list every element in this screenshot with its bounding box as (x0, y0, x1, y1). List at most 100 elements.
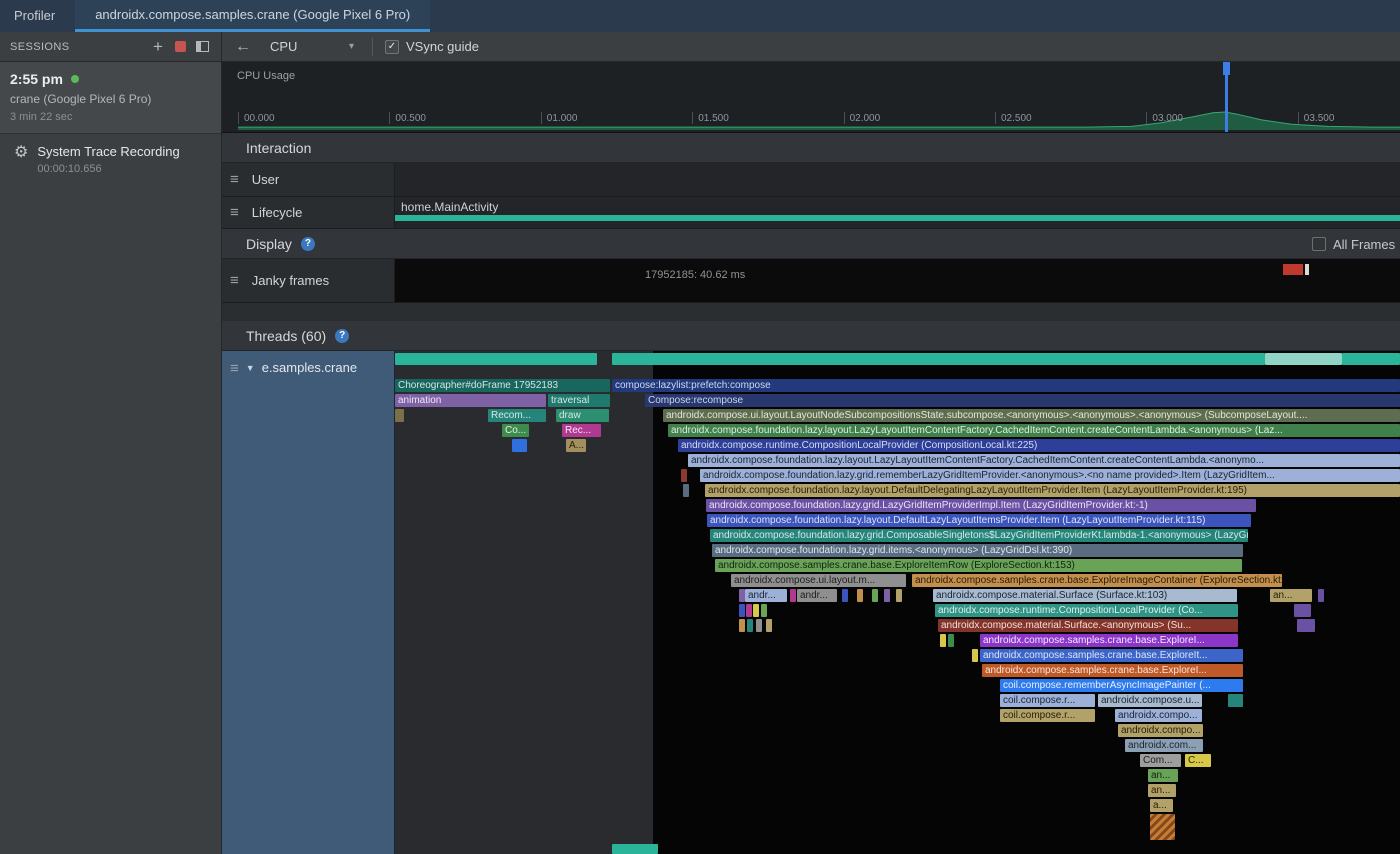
vsync-guide-checkbox[interactable]: ✓ VSync guide (385, 39, 479, 54)
help-icon[interactable]: ? (335, 329, 349, 343)
trace-span[interactable]: androidx.compose.samples.crane.base.Expl… (912, 574, 1282, 587)
trace-span[interactable] (1228, 694, 1243, 707)
all-frames-checkbox[interactable]: ✓ All Frames (1312, 229, 1400, 259)
trace-span[interactable] (948, 634, 954, 647)
trace-span[interactable] (612, 844, 658, 854)
trace-span[interactable]: androidx.compose.material.Surface.<anony… (938, 619, 1238, 632)
trace-span[interactable]: androidx.compose.samples.crane.base.Expl… (980, 649, 1243, 662)
trace-span[interactable] (766, 619, 772, 632)
user-track[interactable] (395, 163, 1400, 196)
trace-span[interactable] (842, 589, 848, 602)
new-session-plus-icon[interactable]: + (147, 36, 169, 58)
trace-span[interactable] (756, 619, 762, 632)
trace-span[interactable] (896, 589, 902, 602)
trace-span[interactable]: androidx.compose.foundation.lazy.layout.… (705, 484, 1400, 497)
drag-handle-icon[interactable]: ≡ (230, 204, 239, 221)
trace-span[interactable]: androidx.compose.foundation.lazy.grid.La… (706, 499, 1256, 512)
trace-span[interactable]: androidx.compose.ui.layout.LayoutNodeSub… (663, 409, 1400, 422)
trace-span[interactable]: a... (1150, 799, 1173, 812)
trace-span[interactable]: androidx.compose.material.Surface (Surfa… (933, 589, 1237, 602)
trace-span[interactable]: Com... (1140, 754, 1181, 767)
session-tab[interactable]: androidx.compose.samples.crane (Google P… (75, 0, 430, 32)
trace-span[interactable]: traversal (548, 394, 610, 407)
trace-span[interactable] (612, 353, 1265, 365)
stop-recording-button[interactable] (169, 36, 191, 58)
recording-item[interactable]: ⚙ System Trace Recording 00:00:10.656 (0, 134, 221, 185)
trace-span[interactable] (884, 589, 890, 602)
trace-span[interactable] (1342, 353, 1400, 365)
trace-span[interactable] (940, 634, 946, 647)
trace-span[interactable] (512, 439, 527, 452)
trace-span[interactable]: androidx.compose.foundation.lazy.layout.… (707, 514, 1251, 527)
trace-span[interactable]: androidx.compose.ui.layout.m... (731, 574, 906, 587)
janky-frame-segment[interactable] (1305, 264, 1309, 275)
trace-span[interactable] (739, 604, 745, 617)
trace-span[interactable] (790, 589, 796, 602)
trace-span[interactable]: androidx.compose.samples.crane.base.Expl… (715, 559, 1242, 572)
trace-span[interactable]: an... (1148, 769, 1178, 782)
trace-span[interactable]: Co... (502, 424, 529, 437)
trace-span[interactable]: Recom... (488, 409, 546, 422)
trace-span[interactable]: androidx.compose.runtime.CompositionLoca… (935, 604, 1238, 617)
trace-span[interactable]: C... (1185, 754, 1211, 767)
cpu-timeline[interactable]: CPU Usage 00.00000.50001.00001.50002.000… (222, 62, 1400, 133)
trace-span[interactable] (1297, 619, 1315, 632)
collapse-panel-icon[interactable] (191, 36, 213, 58)
profiler-type-dropdown[interactable]: CPU ▾ (264, 39, 360, 54)
trace-span[interactable]: A... (566, 439, 586, 452)
trace-span[interactable] (872, 589, 878, 602)
trace-span[interactable]: Choreographer#doFrame 17952183 (395, 379, 610, 392)
trace-span[interactable] (395, 409, 404, 422)
trace-span[interactable] (683, 484, 689, 497)
flame-chart[interactable]: Choreographer#doFrame 17952183compose:la… (395, 351, 1400, 854)
trace-span[interactable]: androidx.compose.samples.crane.base.Expl… (982, 664, 1243, 677)
trace-span[interactable] (761, 604, 767, 617)
thread-row-header[interactable]: ≡ ▼ e.samples.crane (222, 351, 395, 854)
trace-span[interactable]: coil.compose.r... (1000, 709, 1095, 722)
trace-span[interactable]: andr... (797, 589, 837, 602)
trace-span[interactable] (1265, 353, 1342, 365)
session-entry[interactable]: 2:55 pm crane (Google Pixel 6 Pro) 3 min… (0, 62, 221, 134)
lifecycle-track[interactable]: home.MainActivity (395, 197, 1400, 228)
trace-span[interactable]: androidx.compo... (1118, 724, 1203, 737)
trace-span[interactable] (739, 619, 745, 632)
trace-span[interactable]: Rec... (562, 424, 601, 437)
trace-span[interactable]: androidx.compose.foundation.lazy.grid.Co… (710, 529, 1248, 542)
trace-span[interactable] (1318, 589, 1324, 602)
trace-span[interactable]: andr... (745, 589, 787, 602)
trace-span[interactable]: androidx.compo... (1115, 709, 1202, 722)
trace-span[interactable]: coil.compose.rememberAsyncImagePainter (… (1000, 679, 1243, 692)
trace-span[interactable]: androidx.compose.samples.crane.base.Expl… (980, 634, 1238, 647)
janky-frame-segment[interactable] (1283, 264, 1303, 275)
trace-span[interactable] (395, 353, 597, 365)
drag-handle-icon[interactable]: ≡ (230, 272, 239, 289)
trace-span[interactable]: androidx.compose.runtime.CompositionLoca… (678, 439, 1400, 452)
trace-span[interactable]: an... (1148, 784, 1176, 797)
trace-span[interactable]: draw (556, 409, 609, 422)
trace-span[interactable] (857, 589, 863, 602)
help-icon[interactable]: ? (301, 237, 315, 251)
trace-span[interactable]: androidx.compose.foundation.lazy.grid.it… (712, 544, 1243, 557)
trace-span[interactable] (753, 604, 759, 617)
trace-span[interactable]: androidx.com... (1125, 739, 1203, 752)
trace-span[interactable] (1294, 604, 1311, 617)
trace-span[interactable] (746, 604, 752, 617)
drag-handle-icon[interactable]: ≡ (230, 171, 239, 188)
collapse-thread-icon[interactable]: ▼ (246, 363, 255, 373)
janky-frames-track[interactable]: 17952185: 40.62 ms (395, 259, 1400, 302)
trace-span[interactable] (1150, 814, 1175, 840)
trace-span[interactable] (681, 469, 687, 482)
trace-span[interactable]: coil.compose.r... (1000, 694, 1095, 707)
lifecycle-activity-bar[interactable] (395, 215, 1400, 221)
trace-span[interactable] (747, 619, 753, 632)
trace-span[interactable]: an... (1270, 589, 1312, 602)
trace-span[interactable]: androidx.compose.u... (1098, 694, 1202, 707)
trace-span[interactable]: animation (395, 394, 546, 407)
trace-span[interactable]: androidx.compose.foundation.lazy.grid.re… (700, 469, 1400, 482)
trace-span[interactable] (972, 649, 978, 662)
drag-handle-icon[interactable]: ≡ (230, 360, 239, 377)
trace-span[interactable]: compose:lazylist:prefetch:compose (612, 379, 1400, 392)
trace-span[interactable]: Compose:recompose (645, 394, 1400, 407)
trace-span[interactable]: androidx.compose.foundation.lazy.layout.… (688, 454, 1400, 467)
trace-span[interactable]: androidx.compose.foundation.lazy.layout.… (668, 424, 1400, 437)
